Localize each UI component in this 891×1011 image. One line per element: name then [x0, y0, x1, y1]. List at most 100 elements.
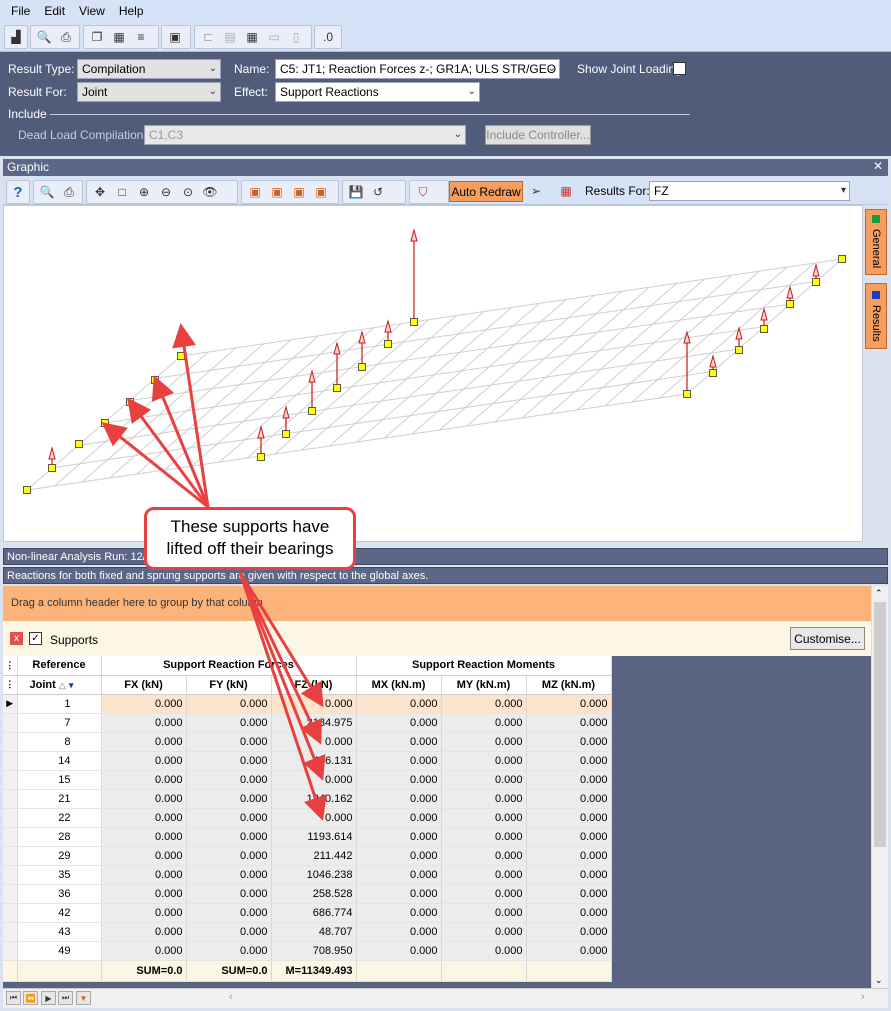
- grid-dots-icon[interactable]: ▦: [555, 181, 577, 201]
- table-row[interactable]: 36 0.000 0.000 258.528 0.000 0.000 0.000: [3, 884, 612, 904]
- menu-help[interactable]: Help: [112, 4, 151, 18]
- table-row[interactable]: 28 0.000 0.000 1193.614 0.000 0.000 0.000: [3, 827, 612, 847]
- support-node[interactable]: [735, 346, 743, 354]
- scroll-left-icon[interactable]: ‹: [229, 991, 233, 1003]
- vertical-scrollbar[interactable]: ⌃ ⌄: [871, 586, 888, 988]
- table-row[interactable]: 14 0.000 0.000 446.131 0.000 0.000 0.000: [3, 751, 612, 771]
- table-row[interactable]: 22 0.000 0.000 0.000 0.000 0.000 0.000: [3, 808, 612, 828]
- row-indicator[interactable]: [3, 884, 18, 904]
- customise-button[interactable]: Customise...: [790, 627, 865, 650]
- horizontal-scrollbar[interactable]: ‹ ›: [3, 988, 888, 1008]
- nav-filter-icon[interactable]: ▼: [76, 991, 91, 1005]
- col-header-my[interactable]: MY (kN.m): [441, 675, 527, 695]
- view-icon[interactable]: 👁: [199, 182, 221, 202]
- help-icon[interactable]: ?: [9, 182, 27, 202]
- close-icon[interactable]: ✕: [873, 159, 883, 173]
- result-for-select[interactable]: Joint ⌄: [77, 82, 221, 102]
- view-top-icon[interactable]: ▣: [288, 182, 310, 202]
- support-node[interactable]: [126, 398, 134, 406]
- col-header-fz[interactable]: FZ (kN): [271, 675, 357, 695]
- arrow-style-icon[interactable]: ➢: [525, 181, 547, 201]
- decimal-icon[interactable]: .0: [317, 27, 339, 47]
- effect-select[interactable]: Support Reactions ⌄: [275, 82, 480, 102]
- row-indicator[interactable]: [3, 903, 18, 923]
- support-node[interactable]: [709, 369, 717, 377]
- support-node[interactable]: [384, 340, 392, 348]
- name-select[interactable]: C5: JT1; Reaction Forces z-; GR1A; ULS S…: [275, 59, 560, 79]
- zoom-in-icon[interactable]: ⊕: [133, 182, 155, 202]
- list-icon[interactable]: ▤: [219, 27, 241, 47]
- auto-redraw-button[interactable]: Auto Redraw: [449, 181, 523, 202]
- excel-icon[interactable]: ▦: [108, 27, 130, 47]
- units-icon[interactable]: ≡: [130, 27, 152, 47]
- view-front-icon[interactable]: ▣: [244, 182, 266, 202]
- row-indicator[interactable]: [3, 770, 18, 790]
- table-row[interactable]: 49 0.000 0.000 708.950 0.000 0.000 0.000: [3, 941, 612, 961]
- row-indicator[interactable]: [3, 941, 18, 961]
- col-header-mz[interactable]: MZ (kN.m): [526, 675, 612, 695]
- support-node[interactable]: [48, 464, 56, 472]
- result-type-select[interactable]: Compilation ⌄: [77, 59, 221, 79]
- table-row[interactable]: 42 0.000 0.000 686.774 0.000 0.000 0.000: [3, 903, 612, 923]
- support-node[interactable]: [358, 363, 366, 371]
- row-indicator[interactable]: [3, 751, 18, 771]
- support-node[interactable]: [410, 318, 418, 326]
- zoom-extents-icon[interactable]: ⊙: [177, 182, 199, 202]
- supports-checkbox[interactable]: ✓: [29, 632, 42, 645]
- support-node[interactable]: [812, 278, 820, 286]
- dead-load-select[interactable]: C1,C3 ⌄: [144, 125, 466, 145]
- scrollbar-thumb[interactable]: [874, 602, 886, 847]
- table-row[interactable]: 8 0.000 0.000 0.000 0.000 0.000 0.000: [3, 732, 612, 752]
- layout-icon[interactable]: ▣: [164, 27, 186, 47]
- row-indicator[interactable]: ▶: [3, 694, 18, 714]
- row-indicator[interactable]: [3, 713, 18, 733]
- support-node[interactable]: [786, 300, 794, 308]
- row-indicator[interactable]: [3, 922, 18, 942]
- row-indicator[interactable]: [3, 846, 18, 866]
- view-side-icon[interactable]: ▣: [266, 182, 288, 202]
- row-indicator[interactable]: [3, 827, 18, 847]
- nav-first-icon[interactable]: ⏮: [6, 991, 21, 1005]
- print-icon[interactable]: ⎙: [55, 27, 77, 47]
- support-node[interactable]: [760, 325, 768, 333]
- include-controller-button[interactable]: Include Controller...: [485, 125, 591, 145]
- nav-prev-page-icon[interactable]: ⏪: [23, 991, 38, 1005]
- tree-icon[interactable]: ⊏: [197, 27, 219, 47]
- results-for-select[interactable]: FZ ▾: [649, 181, 850, 201]
- show-joint-loading-checkbox[interactable]: [673, 62, 686, 75]
- table-row[interactable]: 35 0.000 0.000 1046.238 0.000 0.000 0.000: [3, 865, 612, 885]
- analysis-icon[interactable]: ▟: [7, 27, 25, 47]
- graphic-canvas[interactable]: [3, 205, 863, 542]
- table-row[interactable]: 15 0.000 0.000 0.000 0.000 0.000 0.000: [3, 770, 612, 790]
- scroll-right-icon[interactable]: ›: [861, 991, 865, 1003]
- scroll-up-icon[interactable]: ⌃: [875, 588, 883, 599]
- nav-next-icon[interactable]: ▶: [41, 991, 56, 1005]
- support-node[interactable]: [333, 384, 341, 392]
- filter-icon[interactable]: ⛉: [412, 182, 434, 202]
- support-node[interactable]: [838, 255, 846, 263]
- support-node[interactable]: [75, 440, 83, 448]
- table-row[interactable]: 43 0.000 0.000 48.707 0.000 0.000 0.000: [3, 922, 612, 942]
- print-icon[interactable]: ⎙: [58, 182, 80, 202]
- tab-general[interactable]: General: [865, 209, 887, 275]
- col-header-mx[interactable]: MX (kN.m): [356, 675, 442, 695]
- menu-file[interactable]: File: [4, 4, 37, 18]
- print-preview-icon[interactable]: 🔍: [36, 182, 58, 202]
- save-icon[interactable]: 💾: [345, 182, 367, 202]
- refresh-view-icon[interactable]: ↺: [367, 182, 389, 202]
- col-header-fx[interactable]: FX (kN): [101, 675, 187, 695]
- print-preview-icon[interactable]: 🔍: [33, 27, 55, 47]
- table-row[interactable]: 7 0.000 0.000 2184.975 0.000 0.000 0.000: [3, 713, 612, 733]
- support-node[interactable]: [257, 453, 265, 461]
- page-icon[interactable]: ▯: [285, 27, 307, 47]
- support-node[interactable]: [177, 352, 185, 360]
- tab-results[interactable]: Results: [865, 283, 887, 349]
- support-node[interactable]: [282, 430, 290, 438]
- col-header-joint[interactable]: Joint △ ▾: [17, 675, 102, 695]
- sheet-icon[interactable]: ▭: [263, 27, 285, 47]
- copy-icon[interactable]: ❐: [86, 27, 108, 47]
- row-indicator[interactable]: [3, 732, 18, 752]
- zoom-window-icon[interactable]: □: [111, 182, 133, 202]
- table-row[interactable]: ▶ 1 0.000 0.000 0.000 0.000 0.000 0.000: [3, 694, 612, 714]
- group-by-area[interactable]: Drag a column header here to group by th…: [3, 586, 871, 621]
